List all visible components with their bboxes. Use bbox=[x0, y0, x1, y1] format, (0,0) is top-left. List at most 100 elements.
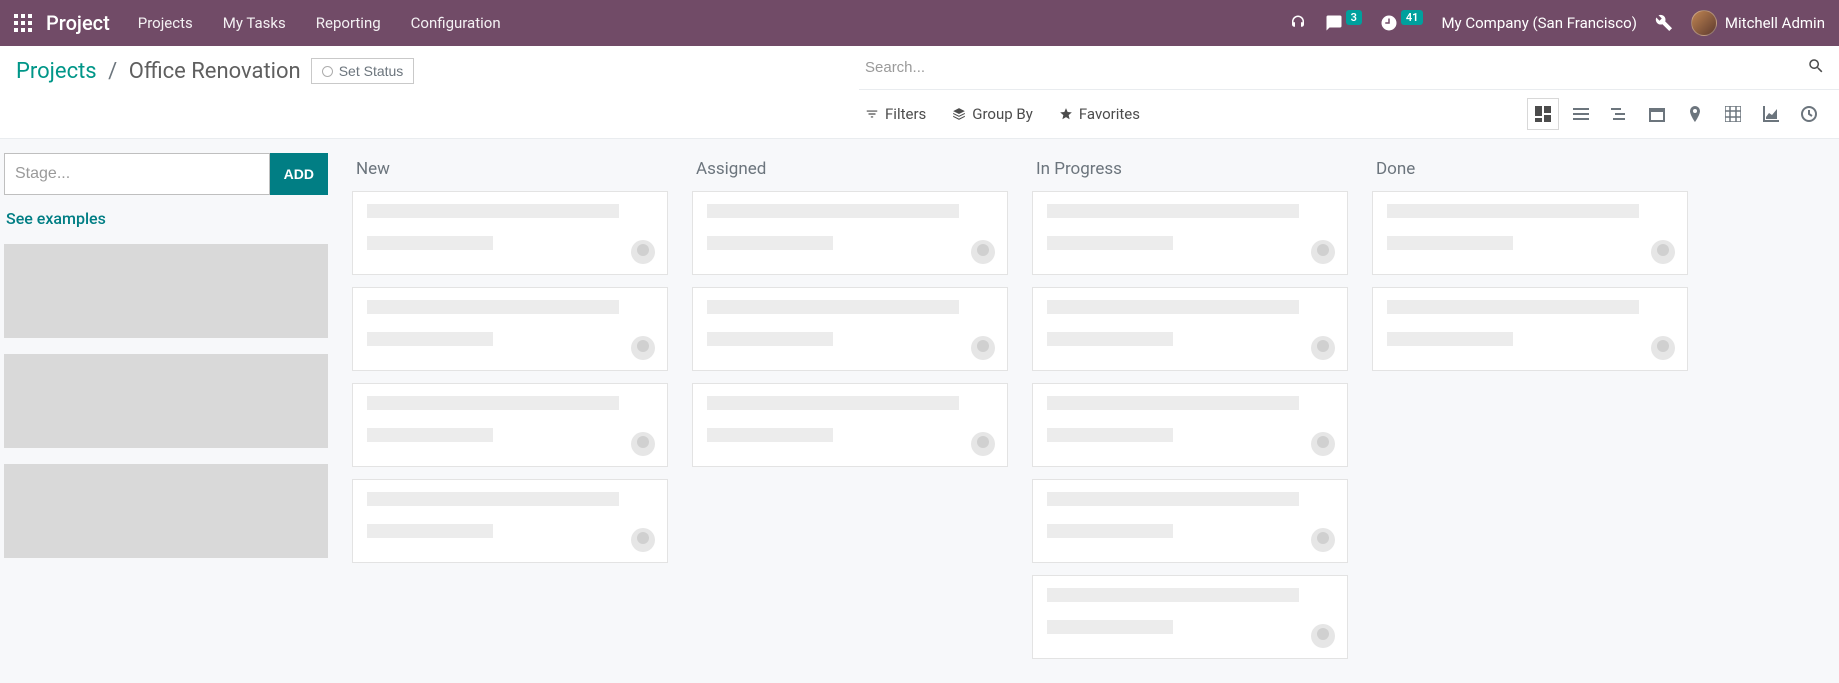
nav-item-reporting[interactable]: Reporting bbox=[316, 14, 381, 32]
card-line bbox=[707, 332, 833, 346]
breadcrumb: Projects / Office Renovation bbox=[16, 59, 301, 84]
card-line bbox=[1047, 524, 1173, 538]
kanban-card[interactable] bbox=[352, 479, 668, 563]
card-line bbox=[707, 204, 959, 218]
card-line bbox=[1047, 588, 1299, 602]
kanban-card[interactable] bbox=[1032, 383, 1348, 467]
group-by-button[interactable]: Group By bbox=[952, 105, 1033, 123]
kanban-card[interactable] bbox=[1032, 575, 1348, 659]
assignee-avatar bbox=[971, 336, 995, 360]
activities-icon[interactable]: 41 bbox=[1380, 14, 1424, 32]
card-line bbox=[367, 300, 619, 314]
user-menu[interactable]: Mitchell Admin bbox=[1691, 10, 1825, 36]
kanban-column: In Progress bbox=[1020, 151, 1360, 671]
favorites-button[interactable]: Favorites bbox=[1059, 105, 1140, 123]
search-icon[interactable] bbox=[1807, 57, 1825, 79]
filters-button[interactable]: Filters bbox=[865, 105, 926, 123]
nav-item-projects[interactable]: Projects bbox=[138, 14, 193, 32]
card-line bbox=[367, 524, 493, 538]
assignee-avatar bbox=[1311, 528, 1335, 552]
card-line bbox=[367, 396, 619, 410]
card-line bbox=[367, 332, 493, 346]
graph-view-icon[interactable] bbox=[1755, 98, 1787, 130]
card-line bbox=[1047, 428, 1173, 442]
assignee-avatar bbox=[1311, 624, 1335, 648]
nav-menu: Projects My Tasks Reporting Configuratio… bbox=[138, 14, 501, 32]
kanban-card[interactable] bbox=[1032, 479, 1348, 563]
card-line bbox=[1047, 236, 1173, 250]
kanban-column-title[interactable]: Done bbox=[1372, 151, 1688, 191]
stage-empty-block bbox=[4, 354, 328, 448]
favorites-label: Favorites bbox=[1079, 105, 1140, 123]
list-view-icon[interactable] bbox=[1565, 98, 1597, 130]
status-dot-icon bbox=[322, 66, 333, 77]
see-examples-link[interactable]: See examples bbox=[4, 203, 328, 244]
assignee-avatar bbox=[1651, 336, 1675, 360]
search-row bbox=[859, 46, 1839, 90]
card-line bbox=[707, 428, 833, 442]
kanban-card[interactable] bbox=[1032, 191, 1348, 275]
set-status-button[interactable]: Set Status bbox=[311, 58, 415, 84]
set-status-label: Set Status bbox=[339, 63, 404, 79]
breadcrumb-root[interactable]: Projects bbox=[16, 59, 97, 84]
card-line bbox=[1047, 300, 1299, 314]
user-name: Mitchell Admin bbox=[1725, 14, 1825, 32]
calendar-view-icon[interactable] bbox=[1641, 98, 1673, 130]
kanban-card[interactable] bbox=[692, 287, 1008, 371]
assignee-avatar bbox=[1651, 240, 1675, 264]
kanban-card[interactable] bbox=[352, 287, 668, 371]
user-avatar bbox=[1691, 10, 1717, 36]
kanban-card[interactable] bbox=[692, 383, 1008, 467]
card-line bbox=[367, 428, 493, 442]
kanban-card[interactable] bbox=[692, 191, 1008, 275]
add-stage-button[interactable]: ADD bbox=[270, 153, 328, 195]
toolbar-row: Filters Group By Favorites bbox=[859, 90, 1839, 138]
group-by-label: Group By bbox=[972, 105, 1033, 123]
kanban-view-icon[interactable] bbox=[1527, 98, 1559, 130]
assignee-avatar bbox=[631, 240, 655, 264]
apps-icon[interactable] bbox=[14, 14, 32, 32]
kanban-column: Done bbox=[1360, 151, 1700, 671]
assignee-avatar bbox=[631, 432, 655, 456]
breadcrumb-sep: / bbox=[108, 59, 117, 84]
nav-item-configuration[interactable]: Configuration bbox=[411, 14, 501, 32]
breadcrumb-current: Office Renovation bbox=[129, 59, 301, 84]
card-line bbox=[1047, 492, 1299, 506]
kanban-card[interactable] bbox=[1372, 191, 1688, 275]
kanban-card[interactable] bbox=[352, 191, 668, 275]
toolbar-left: Filters Group By Favorites bbox=[865, 105, 1140, 123]
stage-input[interactable] bbox=[4, 153, 270, 195]
messages-icon[interactable]: 3 bbox=[1325, 14, 1362, 32]
view-switcher bbox=[1527, 98, 1825, 130]
debug-icon[interactable] bbox=[1655, 14, 1673, 32]
stage-add-row: ADD bbox=[4, 153, 328, 195]
kanban-column: New bbox=[340, 151, 680, 671]
search-input[interactable] bbox=[865, 59, 1807, 76]
activities-badge: 41 bbox=[1401, 10, 1424, 25]
assignee-avatar bbox=[971, 432, 995, 456]
kanban-card[interactable] bbox=[1032, 287, 1348, 371]
kanban-column-title[interactable]: In Progress bbox=[1032, 151, 1348, 191]
kanban-column-title[interactable]: New bbox=[352, 151, 668, 191]
breadcrumb-area: Projects / Office Renovation Set Status bbox=[0, 46, 430, 86]
pivot-view-icon[interactable] bbox=[1717, 98, 1749, 130]
app-brand[interactable]: Project bbox=[46, 11, 110, 35]
map-view-icon[interactable] bbox=[1679, 98, 1711, 130]
company-selector[interactable]: My Company (San Francisco) bbox=[1441, 14, 1636, 32]
assignee-avatar bbox=[631, 336, 655, 360]
kanban-card[interactable] bbox=[1372, 287, 1688, 371]
card-line bbox=[367, 492, 619, 506]
control-panel-right: Filters Group By Favorites bbox=[859, 46, 1839, 138]
support-icon[interactable] bbox=[1289, 14, 1307, 32]
assignee-avatar bbox=[1311, 432, 1335, 456]
assignee-avatar bbox=[1311, 240, 1335, 264]
card-line bbox=[1047, 332, 1173, 346]
gantt-view-icon[interactable] bbox=[1603, 98, 1635, 130]
assignee-avatar bbox=[631, 528, 655, 552]
kanban-board: ADD See examples New Assigned In Progress D… bbox=[0, 139, 1839, 683]
nav-item-my-tasks[interactable]: My Tasks bbox=[223, 14, 286, 32]
kanban-card[interactable] bbox=[352, 383, 668, 467]
activity-view-icon[interactable] bbox=[1793, 98, 1825, 130]
kanban-column-title[interactable]: Assigned bbox=[692, 151, 1008, 191]
control-panel: Projects / Office Renovation Set Status … bbox=[0, 46, 1839, 139]
